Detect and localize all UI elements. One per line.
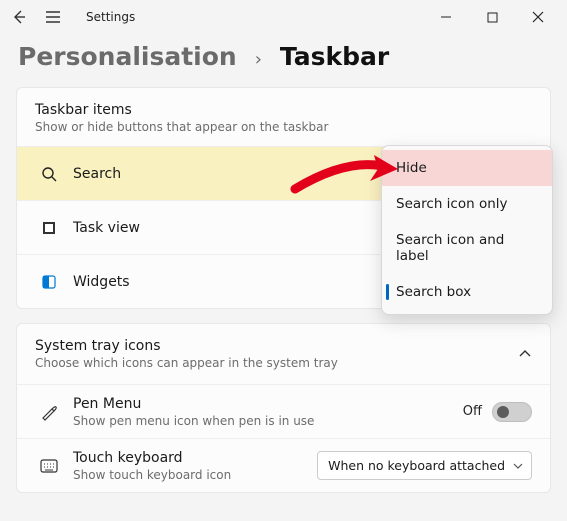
breadcrumb-parent[interactable]: Personalisation	[18, 42, 237, 71]
window-title: Settings	[86, 10, 135, 24]
titlebar: Settings	[0, 0, 567, 34]
pen-state: Off	[463, 404, 482, 419]
tray-row-pen[interactable]: Pen Menu Show pen menu icon when pen is …	[17, 384, 550, 438]
pen-label: Pen Menu	[73, 396, 449, 412]
menu-button[interactable]	[42, 6, 64, 28]
popup-option-icon-label[interactable]: Search icon and label	[382, 222, 552, 274]
taskview-icon	[39, 221, 59, 235]
system-tray-title: System tray icons	[35, 338, 518, 354]
search-options-popup: Hide Search icon only Search icon and la…	[381, 145, 553, 315]
touchkb-sub: Show touch keyboard icon	[73, 468, 303, 482]
maximize-icon	[487, 12, 498, 23]
system-tray-panel: System tray icons Choose which icons can…	[16, 323, 551, 493]
search-icon	[39, 166, 59, 182]
breadcrumb-separator: ›	[255, 49, 262, 70]
chevron-up-icon	[518, 347, 532, 361]
back-button[interactable]	[8, 6, 30, 28]
close-button[interactable]	[515, 2, 561, 32]
breadcrumb: Personalisation › Taskbar	[0, 34, 567, 87]
minimize-icon	[440, 11, 452, 23]
hamburger-icon	[45, 11, 61, 23]
breadcrumb-current: Taskbar	[280, 42, 389, 71]
maximize-button[interactable]	[469, 2, 515, 32]
pen-toggle[interactable]	[492, 402, 532, 422]
close-icon	[532, 11, 544, 23]
keyboard-icon	[39, 459, 59, 473]
pen-sub: Show pen menu icon when pen is in use	[73, 414, 449, 428]
pen-icon	[39, 403, 59, 421]
touchkb-label: Touch keyboard	[73, 450, 303, 466]
widgets-icon	[39, 275, 59, 289]
popup-option-hide[interactable]: Hide	[382, 150, 552, 186]
back-arrow-icon	[11, 9, 27, 25]
touchkb-dropdown[interactable]: When no keyboard attached	[317, 451, 532, 480]
taskbar-items-subtitle: Show or hide buttons that appear on the …	[35, 120, 532, 134]
popup-option-icon-only[interactable]: Search icon only	[382, 186, 552, 222]
tray-row-touchkb[interactable]: Touch keyboard Show touch keyboard icon …	[17, 438, 550, 492]
chevron-down-icon	[513, 461, 523, 471]
minimize-button[interactable]	[423, 2, 469, 32]
taskbar-items-title: Taskbar items	[35, 102, 532, 118]
popup-option-search-box[interactable]: Search box	[382, 274, 552, 310]
system-tray-header[interactable]: System tray icons Choose which icons can…	[17, 324, 550, 384]
system-tray-subtitle: Choose which icons can appear in the sys…	[35, 356, 518, 370]
touchkb-dropdown-value: When no keyboard attached	[328, 458, 505, 473]
